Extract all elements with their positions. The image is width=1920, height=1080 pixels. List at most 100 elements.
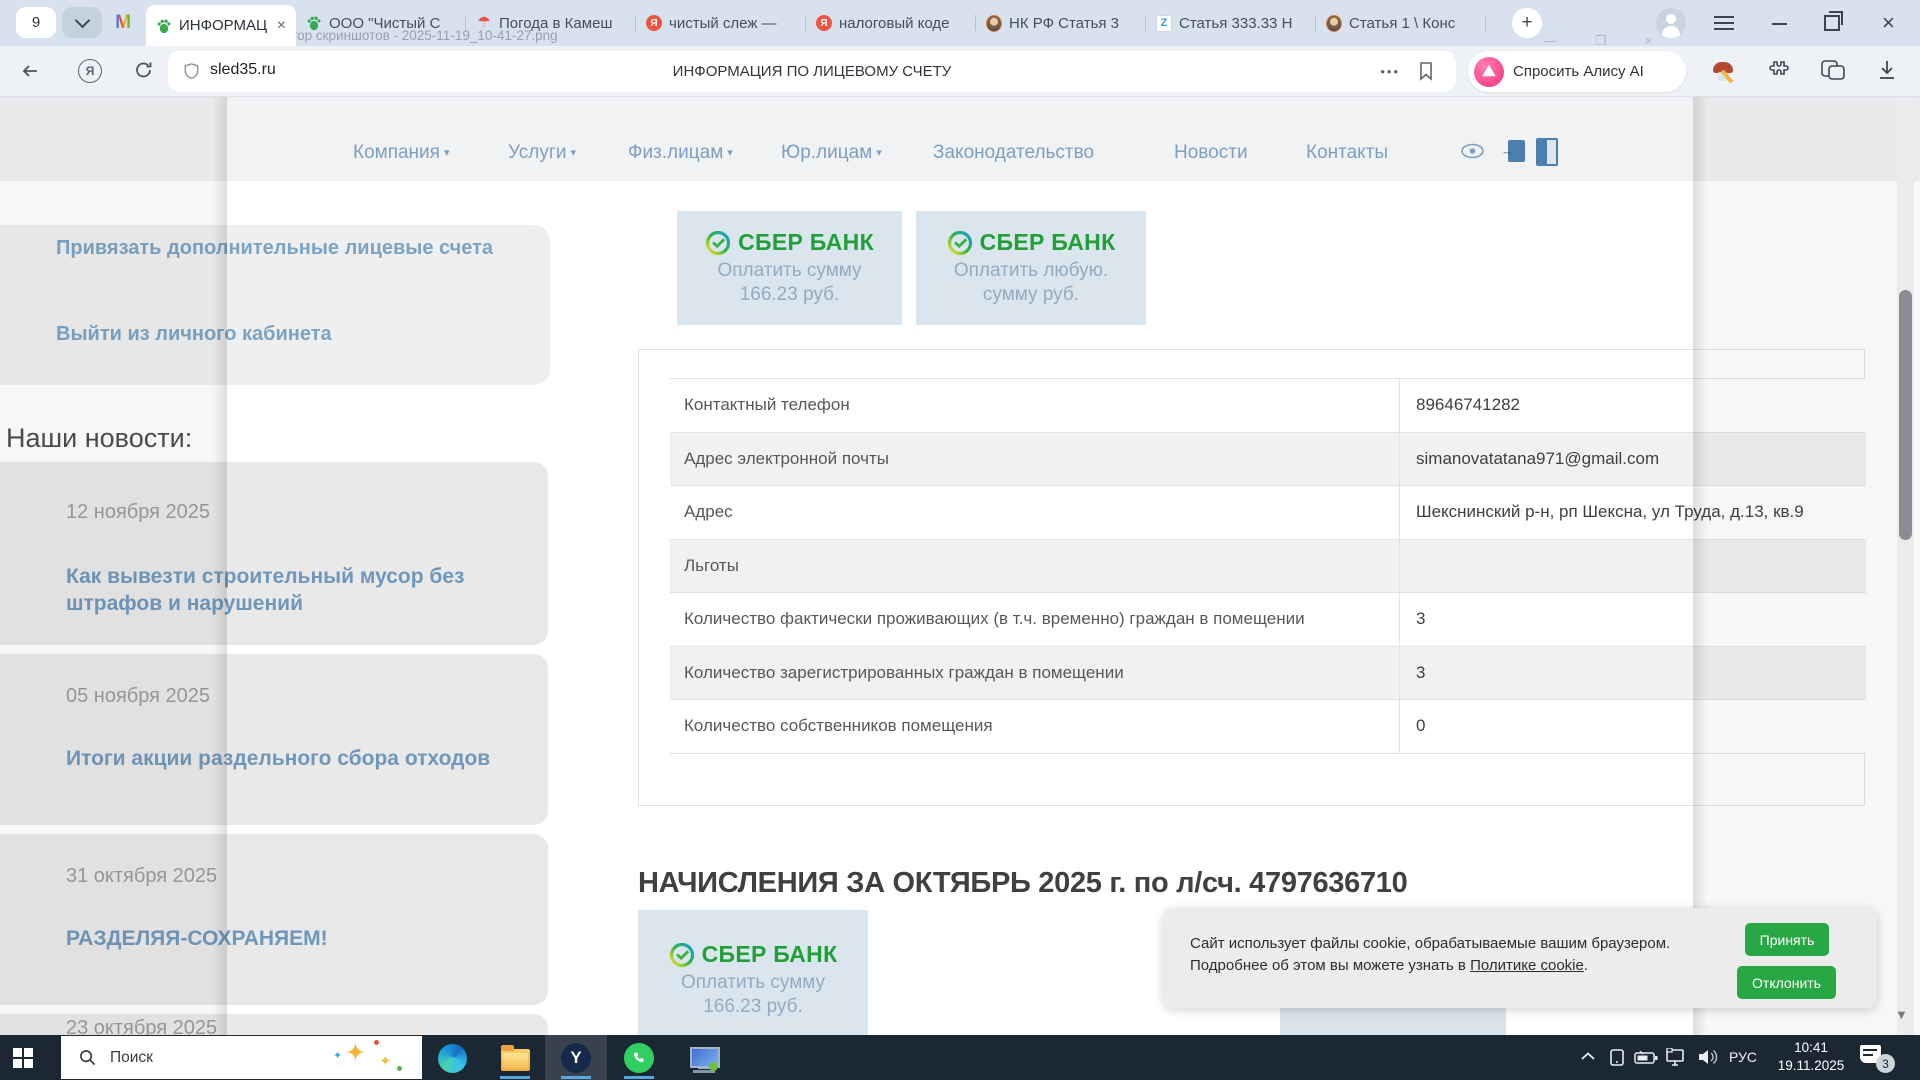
tab-label: Статья 333.33 Н	[1179, 14, 1293, 32]
table-row: Льготы	[670, 539, 1866, 593]
tray-network-icon[interactable]	[1664, 1048, 1686, 1067]
taskbar-yandex-browser-icon[interactable]: Y	[560, 1042, 592, 1074]
browser-tab[interactable]: Я чистый слеж —	[636, 0, 806, 46]
language-indicator[interactable]: РУС	[1729, 1049, 1757, 1065]
ask-alice-button[interactable]: Спросить Алису AI	[1468, 51, 1686, 92]
table-row: Адрес Шекснинский р-н, рп Шексна, ул Труд…	[670, 486, 1866, 540]
news-item[interactable]	[0, 834, 548, 1005]
collections-icon[interactable]	[1820, 58, 1846, 82]
browser-tab[interactable]: Статья 1 \ Конс	[1316, 0, 1486, 46]
editor-minimize-icon[interactable]: —	[1544, 33, 1557, 46]
start-button[interactable]	[13, 1048, 33, 1068]
taskbar-remote-pc-icon[interactable]	[688, 1042, 720, 1074]
sberbank-pay-fixed-button[interactable]: СБЕР БАНК Оплатить сумму 166.23 руб.	[677, 211, 902, 325]
browser-tab[interactable]: Я налоговый коде	[806, 0, 976, 46]
window-maximize-button[interactable]	[1824, 11, 1843, 31]
new-tab-button[interactable]: +	[1512, 8, 1542, 38]
news-title[interactable]: РАЗДЕЛЯЯ-СОХРАНЯЕМ!	[66, 925, 526, 952]
editor-maximize-icon[interactable]: ❐	[1595, 33, 1607, 46]
omnibox-more-icon[interactable]: •••	[1380, 64, 1400, 79]
browser-tab[interactable]: Z Статья 333.33 Н	[1146, 0, 1316, 46]
nav-item-services[interactable]: Услуги ▾	[508, 142, 576, 164]
notification-count-badge: 3	[1876, 1054, 1895, 1073]
exit-door-icon[interactable]	[1536, 138, 1558, 166]
tray-time: 10:41	[1794, 1040, 1828, 1055]
browser-tab-bar: 9 M Редактор скриншотов - 2025-11-19_10-…	[0, 0, 1920, 46]
tray-volume-icon[interactable]	[1697, 1048, 1719, 1066]
window-minimize-button[interactable]	[1772, 23, 1787, 25]
browser-tab[interactable]: ООО "Чистый С	[296, 0, 466, 46]
browser-tab-active[interactable]: ИНФОРМАЦ ×	[146, 5, 296, 46]
table-row: Количество фактически проживающих (в т.ч…	[670, 593, 1866, 647]
cookie-decline-button[interactable]: Отклонить	[1737, 966, 1836, 999]
page-scrollbar-thumb[interactable]	[1899, 290, 1912, 540]
taskbar-search-box[interactable]: Поиск ✦ ✦ ✦	[61, 1036, 422, 1079]
tab-label: чистый слеж —	[669, 14, 777, 32]
nav-item-news[interactable]: Новости	[1174, 142, 1248, 164]
nav-item-legislation[interactable]: Законодательство	[933, 142, 1094, 164]
cookie-policy-link[interactable]: Политике cookie	[1470, 957, 1584, 974]
link-logout[interactable]: Выйти из личного кабинета	[56, 321, 501, 348]
browser-tab[interactable]: ☂ Погода в Камеш	[466, 0, 636, 46]
tray-date: 19.11.2025	[1777, 1058, 1845, 1073]
nav-item-individuals[interactable]: Физ.лицам ▾	[628, 142, 733, 164]
taskbar-file-explorer-icon[interactable]	[499, 1042, 531, 1074]
back-button[interactable]	[20, 61, 40, 81]
browser-tab[interactable]: НК РФ Статья 3	[976, 0, 1146, 46]
browser-menu-icon[interactable]	[1714, 16, 1734, 34]
pay-amount: 166.23 руб.	[739, 284, 840, 305]
taskbar-whatsapp-icon[interactable]	[623, 1042, 655, 1074]
umbrella-weather-icon: ☂	[477, 14, 491, 31]
cookie-text-line1: Сайт использует файлы cookie, обрабатыва…	[1190, 935, 1671, 952]
link-attach-accounts[interactable]: Привязать дополнительные лицевые счета	[56, 235, 501, 262]
tab-counter-button[interactable]: 9	[16, 7, 56, 38]
sberbank-pay-any-button[interactable]: СБЕР БАНК Оплатить любую. сумму руб.	[916, 211, 1146, 325]
search-icon	[80, 1050, 96, 1066]
pay-action: Оплатить любую.	[953, 260, 1109, 281]
web-page: Компания ▾ Услуги ▾ Физ.лицам ▾ Юр.лицам ▾ З…	[0, 97, 1920, 1035]
accessibility-eye-icon[interactable]	[1460, 143, 1485, 159]
tray-chevron-up-icon[interactable]	[1580, 1051, 1596, 1061]
portrait-avatar-icon	[1326, 14, 1342, 32]
scrollbar-down-arrow[interactable]: ▼	[1895, 1007, 1908, 1022]
news-item[interactable]	[0, 462, 548, 645]
omnibox[interactable]: sled35.ru ИНФОРМАЦИЯ ПО ЛИЦЕВОМУ СЧЕТУ •…	[168, 51, 1456, 92]
extensions-puzzle-icon[interactable]	[1766, 58, 1790, 82]
extension-screenshot-icon[interactable]	[1712, 60, 1736, 84]
sparkle-icon: ✦	[333, 1050, 343, 1062]
sberbank-pay-fixed-button-bottom[interactable]: СБЕР БАНК Оплатить сумму 166.23 руб.	[638, 910, 868, 1035]
pay-action: Оплатить сумму	[717, 260, 862, 281]
nav-item-legal-entities[interactable]: Юр.лицам ▾	[781, 142, 882, 164]
windows-taskbar: Поиск ✦ ✦ ✦ Y РУС 10:41 19.11.2025 3	[0, 1035, 1920, 1080]
chevron-down-icon: ▾	[876, 147, 882, 159]
tab-close-icon[interactable]: ×	[277, 17, 286, 35]
taskbar-edge-icon[interactable]	[436, 1042, 468, 1074]
cookie-text-line2: Подробнее об этом вы можете узнать в Пол…	[1190, 957, 1589, 974]
news-date: 23 октября 2025	[66, 1017, 218, 1035]
sberbank-logo-icon	[669, 942, 694, 967]
news-title[interactable]: Итоги акции раздельного сбора отходов	[66, 745, 526, 772]
nav-item-company[interactable]: Компания ▾	[353, 142, 449, 164]
editor-close-icon[interactable]: ×	[1645, 33, 1653, 46]
page-scrollbar-track[interactable]	[1897, 97, 1914, 1035]
pay-amount: сумму руб.	[982, 284, 1080, 305]
nav-item-contacts[interactable]: Контакты	[1306, 142, 1388, 164]
sberbank-brand: СБЕР БАНК	[979, 229, 1116, 255]
tray-tablet-mode-icon[interactable]	[1608, 1048, 1626, 1067]
tray-clock[interactable]: 10:41 19.11.2025	[1770, 1039, 1852, 1075]
login-door-icon[interactable]	[1501, 140, 1525, 162]
news-item[interactable]	[0, 654, 548, 825]
window-close-button[interactable]: ×	[1882, 10, 1895, 36]
bookmark-icon[interactable]	[1418, 61, 1434, 81]
browser-profile-avatar[interactable]	[1656, 8, 1686, 38]
news-date: 31 октября 2025	[66, 865, 218, 887]
cookie-accept-button[interactable]: Принять	[1745, 923, 1829, 956]
downloads-icon[interactable]	[1876, 58, 1898, 82]
chevron-down-icon: ▾	[570, 147, 576, 159]
pinned-tab-gmail[interactable]: M	[110, 12, 136, 34]
tab-list-chevron-button[interactable]	[62, 7, 102, 38]
yandex-account-button[interactable]: Я	[78, 59, 102, 83]
tray-battery-icon[interactable]	[1634, 1051, 1658, 1064]
news-title[interactable]: Как вывезти строительный мусор без штраф…	[66, 563, 526, 617]
refresh-button[interactable]	[134, 60, 154, 80]
